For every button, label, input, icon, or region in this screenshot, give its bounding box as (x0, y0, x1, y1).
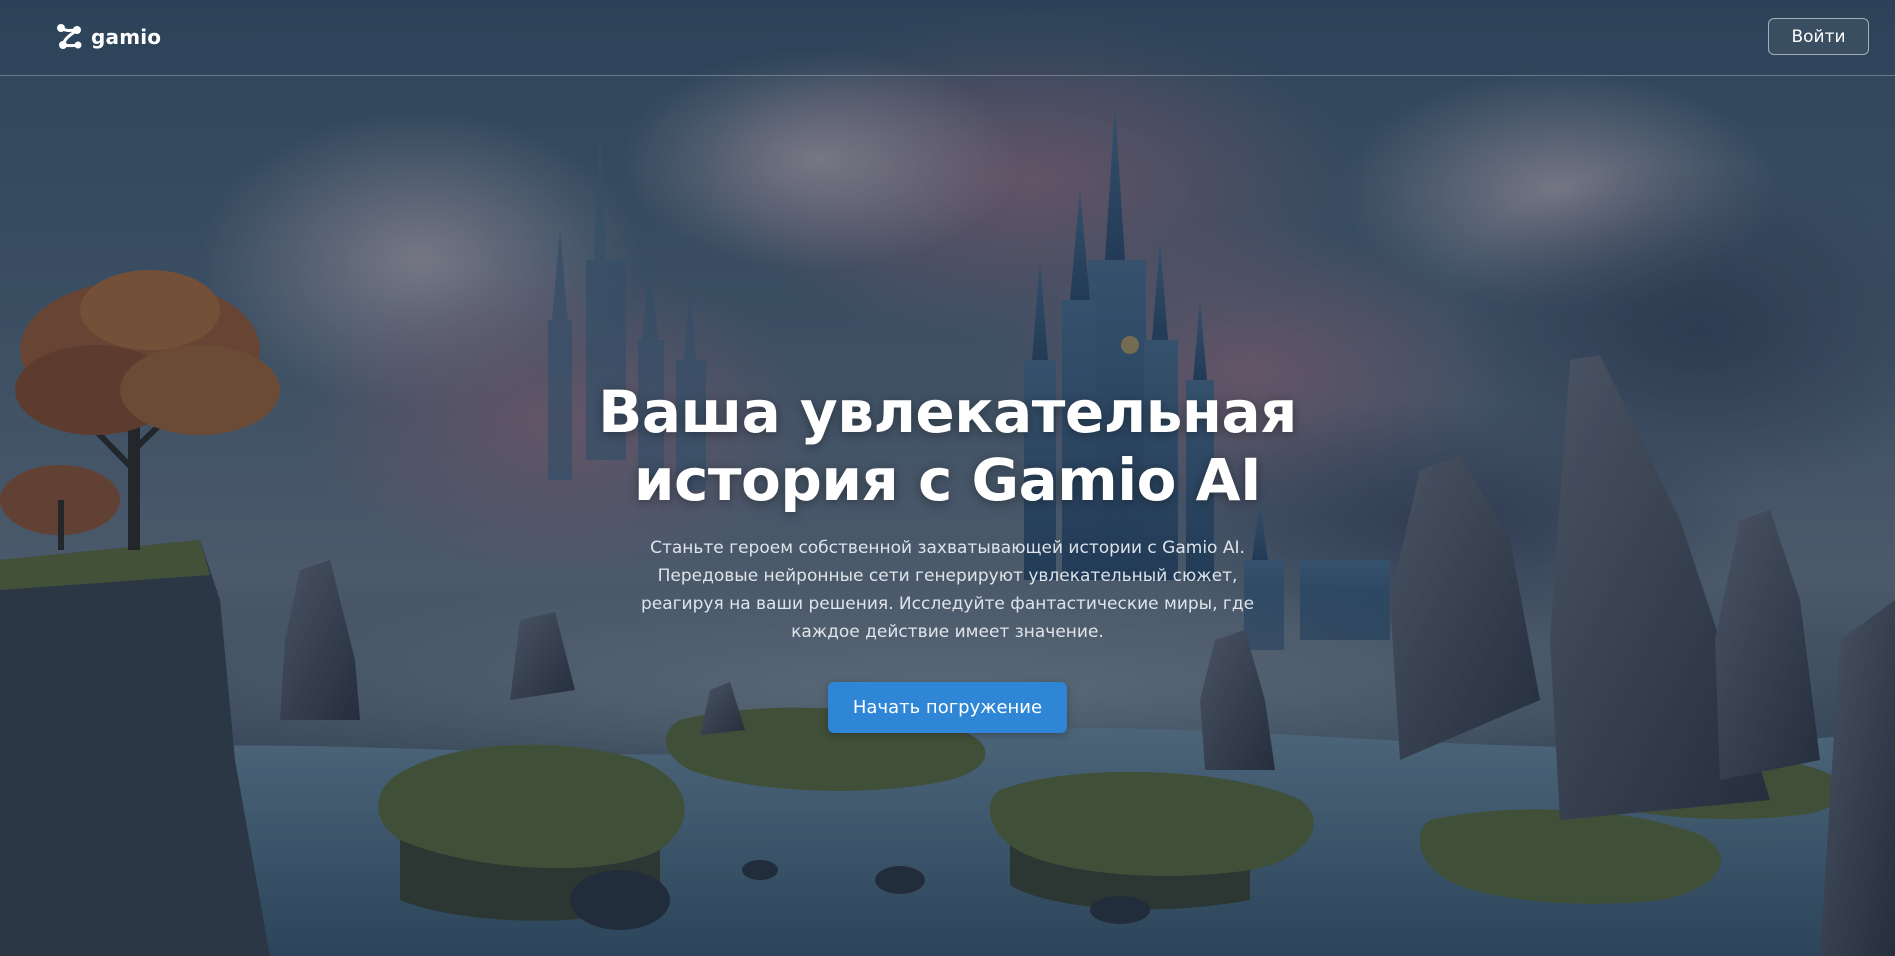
start-immersion-button[interactable]: Начать погружение (828, 682, 1067, 733)
hero-section: Ваша увлекательная история с Gamio AI Ст… (0, 378, 1895, 733)
hero-description: Станьте героем собственной захватывающей… (640, 538, 1255, 642)
hero-title-line-2: история с Gamio AI (633, 446, 1262, 514)
logo-text: gamio (91, 25, 162, 49)
login-button[interactable]: Войти (1768, 18, 1869, 55)
gamio-logo-icon (57, 24, 82, 49)
landing-page: gamio Войти Ваша увлекательная история с… (0, 0, 1895, 956)
top-navbar: gamio Войти (0, 0, 1895, 76)
hero-title-line-1: Ваша увлекательная (598, 378, 1297, 446)
logo[interactable]: gamio (55, 20, 161, 54)
hero-title: Ваша увлекательная история с Gamio AI (498, 378, 1398, 514)
